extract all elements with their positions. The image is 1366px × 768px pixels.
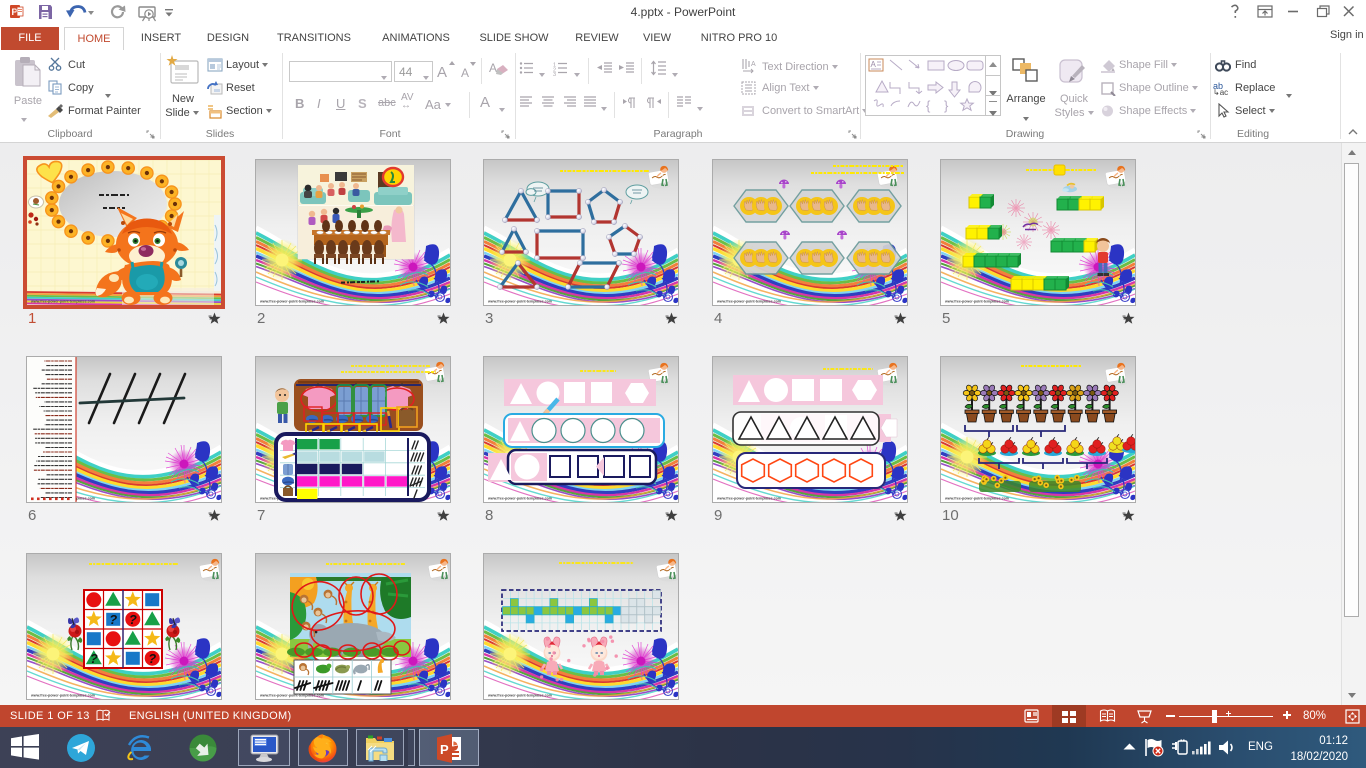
svg-text:3: 3 bbox=[553, 72, 556, 76]
svg-text:}: } bbox=[944, 98, 949, 113]
svg-text:?: ? bbox=[129, 612, 137, 627]
svg-text:?: ? bbox=[148, 651, 156, 666]
svg-text:↳ac: ↳ac bbox=[1213, 88, 1228, 96]
svg-text:A: A bbox=[751, 61, 756, 68]
svg-text:?: ? bbox=[109, 612, 117, 627]
svg-text:P: P bbox=[440, 742, 449, 757]
svg-text:A: A bbox=[437, 64, 447, 81]
svg-text:?: ? bbox=[90, 651, 98, 666]
svg-text:A: A bbox=[871, 60, 877, 69]
svg-text:A: A bbox=[461, 66, 469, 80]
svg-text:{: { bbox=[926, 98, 931, 113]
svg-text:A: A bbox=[489, 61, 497, 75]
